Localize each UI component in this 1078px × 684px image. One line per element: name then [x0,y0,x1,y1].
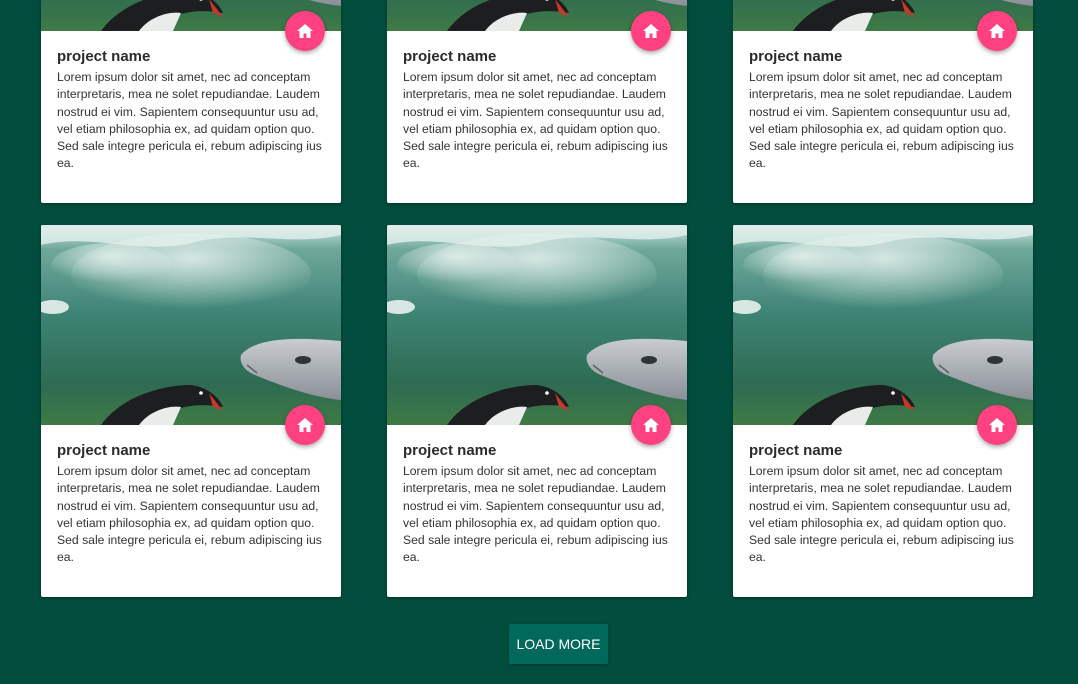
home-button[interactable] [285,11,325,51]
card-description: Lorem ipsum dolor sit amet, nec ad conce… [57,464,322,565]
home-icon [297,418,313,432]
card-title: project name [403,48,497,65]
home-button[interactable] [631,405,671,445]
underwater-penguin-seal-image [387,225,687,425]
card-description: Lorem ipsum dolor sit amet, nec ad conce… [749,464,1014,565]
project-card: project name Lorem ipsum dolor sit amet,… [387,225,687,597]
project-card: project name Lorem ipsum dolor sit amet,… [41,0,341,203]
card-image [41,225,341,425]
home-icon [297,24,313,38]
home-icon [643,418,659,432]
card-title: project name [57,442,151,459]
project-card: project name Lorem ipsum dolor sit amet,… [733,0,1033,203]
project-card-grid: project name Lorem ipsum dolor sit amet,… [0,0,1078,684]
project-card: project name Lorem ipsum dolor sit amet,… [733,225,1033,597]
card-title: project name [749,48,843,65]
card-title: project name [403,442,497,459]
underwater-penguin-seal-image [41,225,341,425]
home-button[interactable] [977,405,1017,445]
home-button[interactable] [285,405,325,445]
load-more-button[interactable]: LOAD MORE [509,624,608,664]
home-button[interactable] [977,11,1017,51]
project-card: project name Lorem ipsum dolor sit amet,… [387,0,687,203]
card-title: project name [749,442,843,459]
card-image [733,225,1033,425]
card-description: Lorem ipsum dolor sit amet, nec ad conce… [749,70,1014,171]
card-description: Lorem ipsum dolor sit amet, nec ad conce… [57,70,322,171]
underwater-penguin-seal-image [733,225,1033,425]
home-icon [989,24,1005,38]
card-title: project name [57,48,151,65]
home-icon [643,24,659,38]
card-description: Lorem ipsum dolor sit amet, nec ad conce… [403,464,668,565]
card-image [387,225,687,425]
home-icon [989,418,1005,432]
project-card: project name Lorem ipsum dolor sit amet,… [41,225,341,597]
home-button[interactable] [631,11,671,51]
card-description: Lorem ipsum dolor sit amet, nec ad conce… [403,70,668,171]
